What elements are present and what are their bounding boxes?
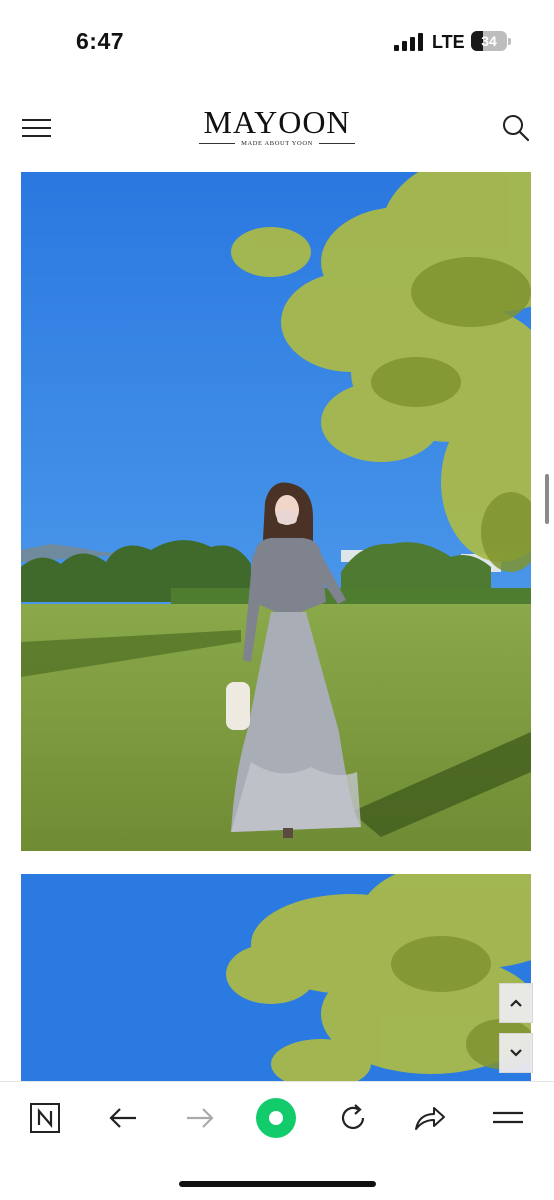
scroll-top-button[interactable] bbox=[499, 983, 533, 1023]
battery-icon: 34 bbox=[471, 31, 507, 51]
product-photo[interactable] bbox=[21, 172, 531, 851]
home-indicator[interactable] bbox=[179, 1181, 376, 1187]
share-button[interactable] bbox=[408, 1096, 452, 1140]
green-dot-icon bbox=[256, 1098, 296, 1138]
share-icon bbox=[415, 1107, 445, 1130]
forward-button[interactable] bbox=[178, 1096, 222, 1140]
reload-icon bbox=[341, 1104, 365, 1130]
green-dot-button[interactable] bbox=[254, 1096, 298, 1140]
logo-divider bbox=[318, 143, 355, 144]
signal-icon bbox=[394, 33, 423, 51]
reload-button[interactable] bbox=[331, 1096, 375, 1140]
logo-subtitle-row: MADE ABOUT YOON bbox=[177, 140, 377, 147]
chevron-down-icon bbox=[510, 1049, 522, 1057]
carrier-label: LTE bbox=[432, 32, 465, 52]
logo-divider bbox=[199, 143, 236, 144]
product-photo-image bbox=[21, 172, 531, 851]
product-photo-2-image bbox=[21, 874, 531, 1081]
site-header: MAYOON MADE ABOUT YOON bbox=[0, 95, 554, 159]
status-bar: 6:47 LTE 34 bbox=[0, 0, 554, 80]
hamburger-menu-button[interactable] bbox=[22, 117, 52, 139]
naver-home-button[interactable] bbox=[23, 1096, 67, 1140]
hamburger-icon bbox=[22, 119, 51, 121]
hamburger-icon-bar bbox=[22, 127, 51, 129]
more-menu-button[interactable] bbox=[486, 1096, 530, 1140]
chevron-up-icon bbox=[510, 999, 522, 1007]
site-logo[interactable]: MAYOON MADE ABOUT YOON bbox=[177, 105, 377, 147]
scroll-bottom-button[interactable] bbox=[499, 1033, 533, 1073]
product-photo-2[interactable] bbox=[21, 874, 531, 1081]
back-arrow-icon bbox=[109, 1108, 136, 1128]
battery-nub bbox=[508, 38, 511, 45]
menu-icon bbox=[493, 1111, 523, 1124]
forward-arrow-icon bbox=[187, 1108, 214, 1128]
search-icon[interactable] bbox=[501, 113, 531, 143]
status-time: 6:47 bbox=[76, 28, 125, 54]
logo-subtitle: MADE ABOUT YOON bbox=[241, 140, 313, 147]
back-button[interactable] bbox=[101, 1096, 145, 1140]
battery-level: 34 bbox=[481, 33, 497, 49]
hamburger-icon-bar bbox=[22, 135, 51, 137]
naver-n-icon bbox=[30, 1103, 60, 1133]
logo-title: MAYOON bbox=[203, 104, 351, 140]
scrollbar-thumb[interactable] bbox=[545, 474, 549, 524]
